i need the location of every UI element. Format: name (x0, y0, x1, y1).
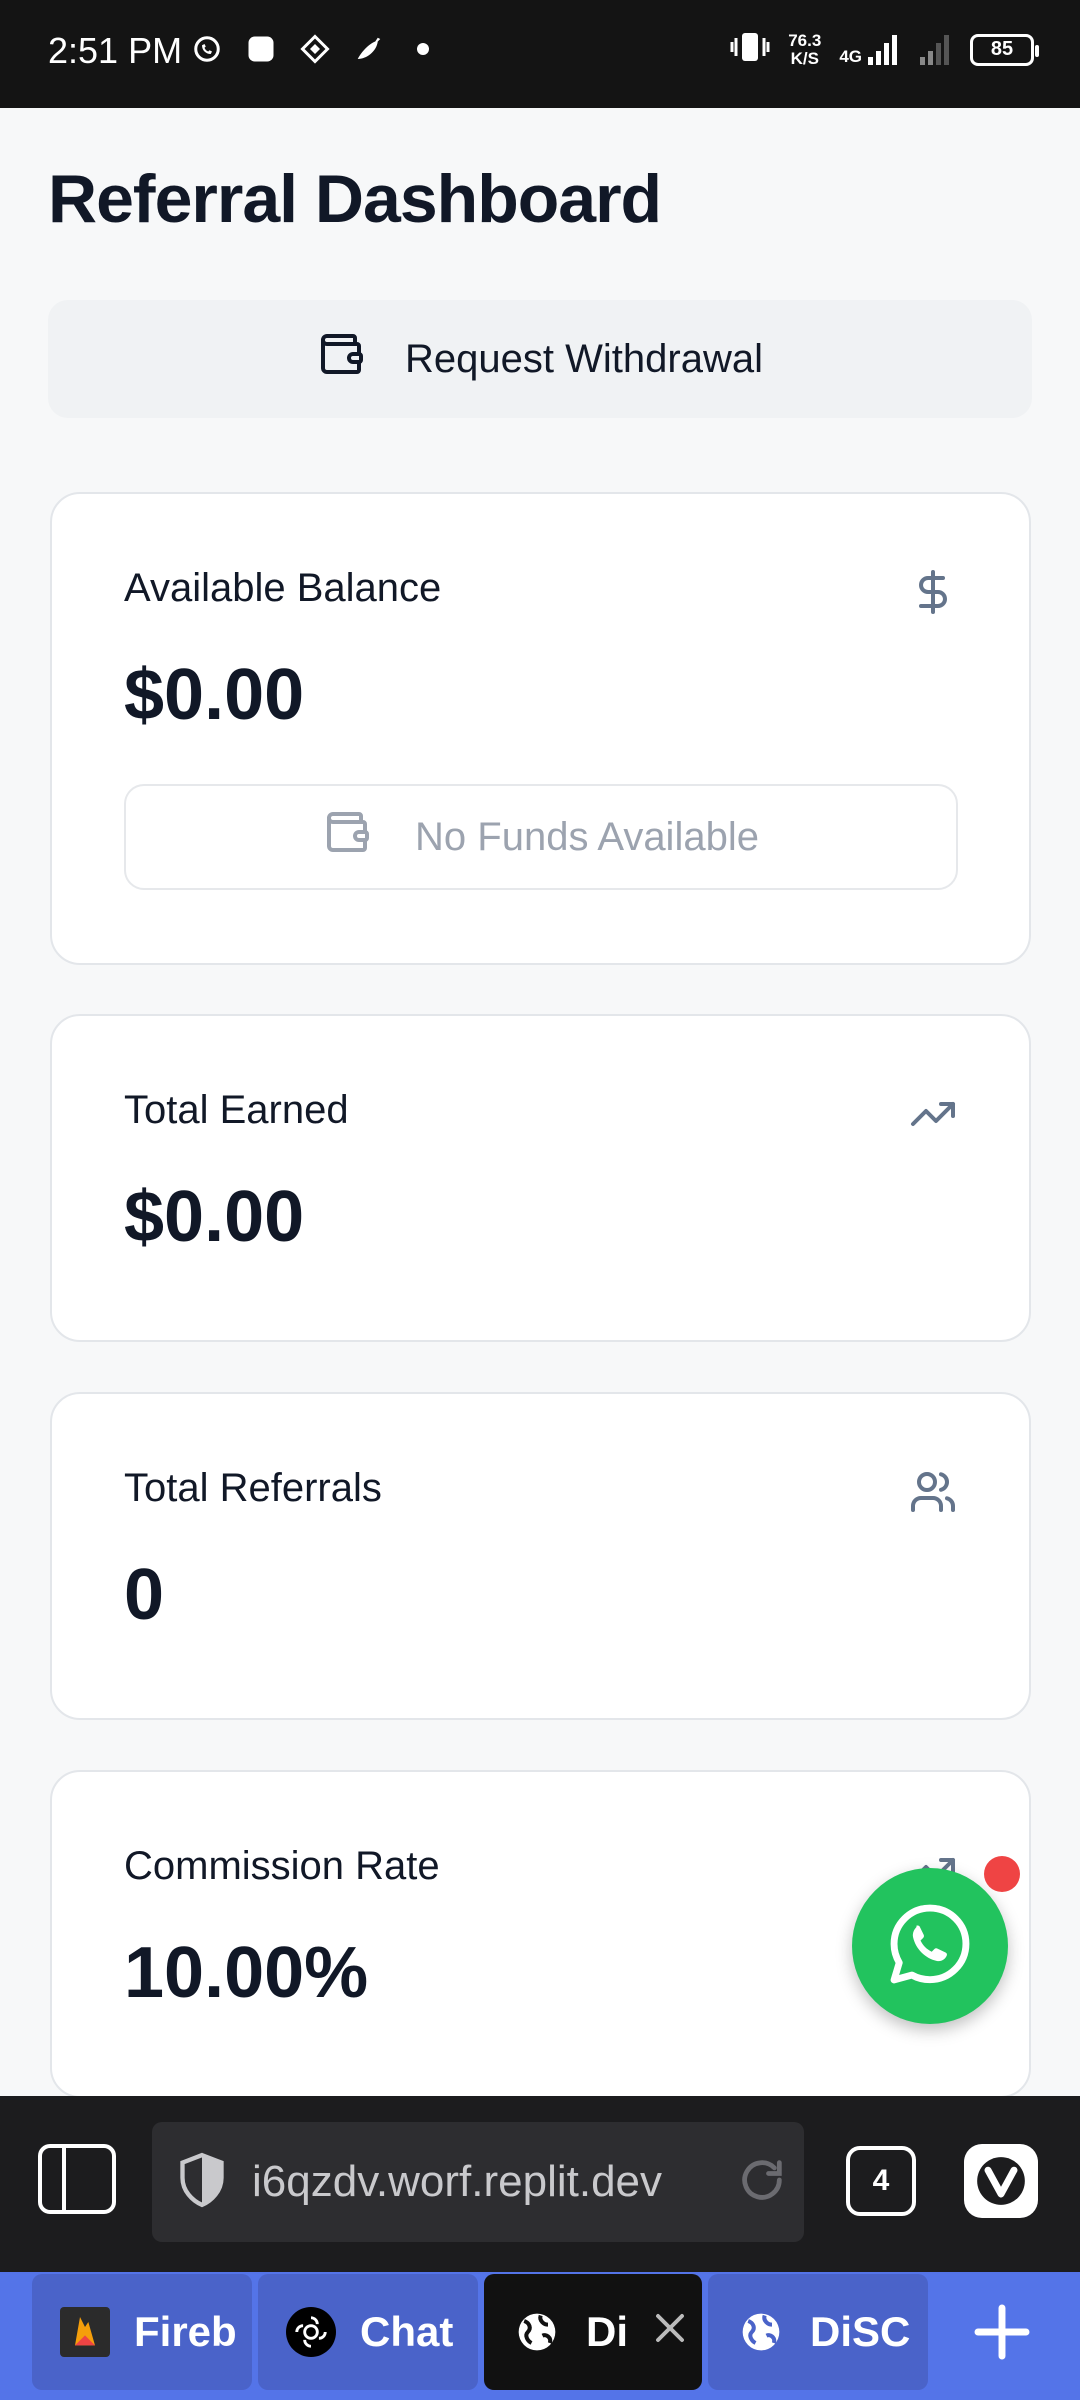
users-icon (909, 1468, 957, 1516)
available-balance-card: Available Balance $0.00 No Funds Availab… (50, 492, 1031, 965)
no-funds-label: No Funds Available (415, 814, 759, 859)
more-notifications-dot-icon (406, 32, 440, 66)
tab-label: Chat (360, 2308, 454, 2355)
network-type: 4G (839, 46, 862, 66)
url-text[interactable]: i6qzdv.worf.replit.dev (252, 2157, 712, 2207)
tab-label: Fireb (134, 2308, 237, 2355)
pepper-notification-icon (352, 32, 386, 66)
tab-label: Di (586, 2308, 628, 2355)
panel-toggle-icon[interactable] (38, 2144, 116, 2214)
page-title: Referral Dashboard (48, 161, 662, 237)
globe-icon (736, 2307, 786, 2357)
globe-icon (512, 2307, 562, 2357)
address-bar[interactable]: i6qzdv.worf.replit.dev (152, 2122, 804, 2242)
total-referrals-label: Total Referrals (124, 1466, 382, 1510)
network-speed-unit: K/S (790, 48, 819, 68)
tab-label: DiSC (810, 2308, 911, 2355)
close-tab-icon[interactable] (652, 2308, 688, 2356)
status-right: 76.3 K/S 4G 85 (730, 30, 1039, 69)
whatsapp-icon (884, 1898, 976, 1995)
total-referrals-value: 0 (124, 1555, 165, 1635)
battery-icon: 85 (970, 33, 1039, 66)
diamond-notification-icon (298, 32, 332, 66)
total-referrals-card: Total Referrals 0 (50, 1392, 1031, 1720)
trending-up-icon (909, 1090, 957, 1138)
status-bar: 2:51 PM 76.3 K/S 4G 85 (0, 0, 1080, 108)
total-earned-label: Total Earned (124, 1088, 349, 1132)
tab-firebase[interactable]: Fireb (32, 2274, 252, 2390)
no-funds-button[interactable]: No Funds Available (124, 784, 958, 890)
commission-rate-value: 10.00% (124, 1933, 369, 2013)
reload-icon[interactable] (736, 2154, 788, 2211)
notification-icons (190, 32, 440, 66)
total-earned-card: Total Earned $0.00 (50, 1014, 1031, 1342)
tab-switcher-button[interactable]: 4 (846, 2146, 916, 2216)
tab-chatgpt[interactable]: Chat (258, 2274, 478, 2390)
browser-toolbar: i6qzdv.worf.replit.dev 4 (0, 2096, 1080, 2272)
whatsapp-chat-button[interactable] (852, 1868, 1008, 2024)
chatgpt-icon (286, 2307, 336, 2357)
commission-rate-label: Commission Rate (124, 1844, 440, 1888)
request-withdrawal-button[interactable]: Request Withdrawal (48, 300, 1032, 418)
total-earned-value: $0.00 (124, 1177, 305, 1257)
signal-strength-icon (868, 34, 897, 65)
wallet-icon (323, 808, 371, 866)
network-speed-value: 76.3 (788, 30, 822, 50)
add-tab-icon[interactable] (970, 2300, 1034, 2364)
vivaldi-menu-icon[interactable] (964, 2144, 1038, 2218)
signal-strength-weak-icon (920, 34, 949, 65)
battery-level: 85 (990, 38, 1014, 60)
status-time: 2:51 PM (48, 30, 183, 71)
tab-disc[interactable]: DiSC (708, 2274, 928, 2390)
available-balance-value: $0.00 (124, 655, 305, 735)
notification-badge (984, 1856, 1020, 1892)
signal-4g: 4G (839, 33, 900, 67)
available-balance-label: Available Balance (124, 566, 442, 610)
wallet-icon (317, 330, 365, 388)
request-withdrawal-label: Request Withdrawal (405, 336, 763, 381)
shield-icon[interactable] (176, 2151, 228, 2214)
tab-active[interactable]: Di (484, 2274, 702, 2390)
vibrate-icon (730, 30, 770, 69)
dollar-icon (909, 568, 957, 616)
app-notification-icon (244, 32, 278, 66)
network-speed: 76.3 K/S (788, 30, 822, 68)
firebase-icon (60, 2307, 110, 2357)
whatsapp-notification-icon (190, 32, 224, 66)
